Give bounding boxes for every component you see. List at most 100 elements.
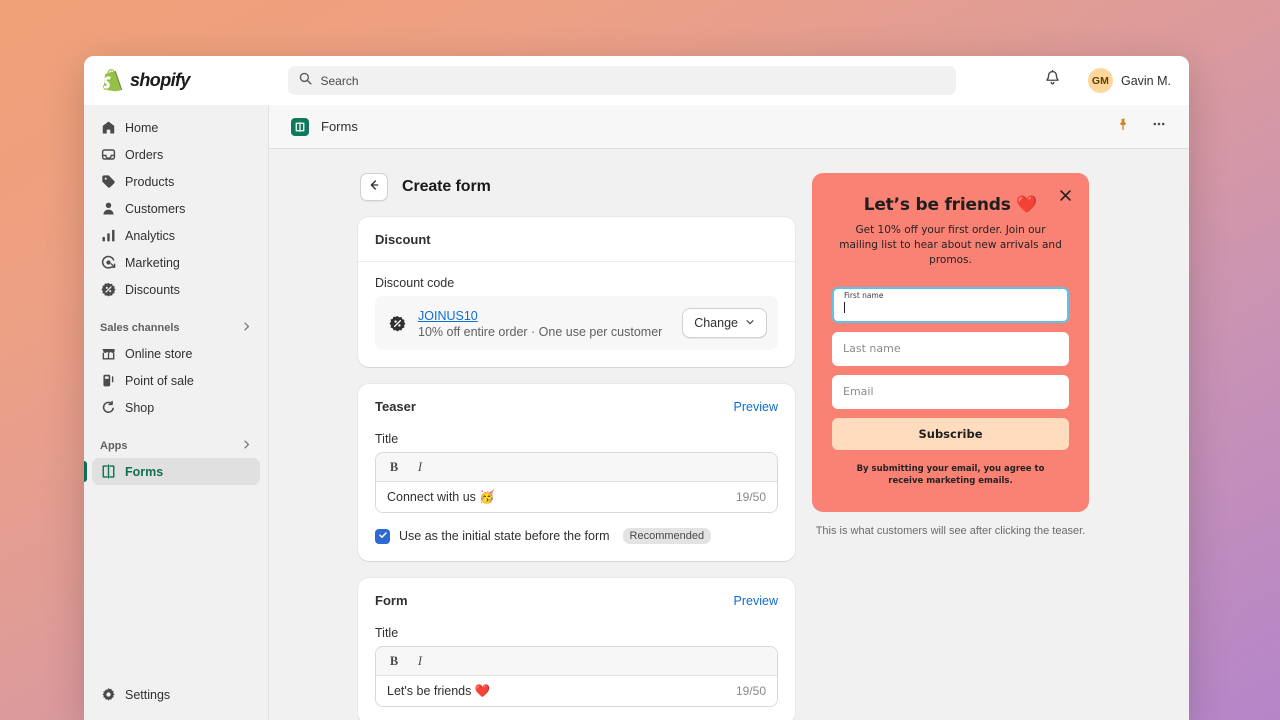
sidebar-item-discounts[interactable]: Discounts <box>92 276 260 303</box>
teaser-card: Teaser Preview Title B I Connect with us… <box>358 384 795 561</box>
popup-close-button[interactable] <box>1056 187 1074 205</box>
discount-texts: JOINUS10 10% off entire order · One use … <box>418 307 670 339</box>
teaser-editor-toolbar: B I <box>376 453 777 482</box>
content-columns: Create form Discount Discount code JOINU… <box>358 173 1100 720</box>
sidebar-item-label: Online store <box>125 346 193 361</box>
sidebar-section-apps[interactable]: Apps <box>92 434 260 458</box>
sidebar-item-label: Products <box>125 174 175 189</box>
form-card-title: Form <box>375 593 408 608</box>
pin-icon <box>1116 117 1130 136</box>
shop-icon <box>100 400 116 416</box>
sidebar-item-home[interactable]: Home <box>92 114 260 141</box>
discount-badge-icon <box>100 282 116 298</box>
form-title-input[interactable]: Let's be friends ❤️ 19/50 <box>376 676 777 706</box>
sidebar-section-label: Sales channels <box>100 322 180 334</box>
search-input[interactable]: Search <box>287 66 956 95</box>
page-header: Create form <box>358 173 795 201</box>
form-card-header: Form Preview <box>358 578 795 612</box>
search-placeholder: Search <box>320 73 359 88</box>
teaser-preview-link[interactable]: Preview <box>734 400 778 414</box>
preview-column: Let’s be friends ❤️ Get 10% off your fir… <box>812 173 1089 537</box>
discount-card-body: Discount code JOINUS10 10% off entire or… <box>358 262 795 367</box>
initial-state-label: Use as the initial state before the form <box>399 529 610 543</box>
sidebar-item-settings[interactable]: Settings <box>92 681 260 708</box>
popup-fine-print: By submitting your email, you agree to r… <box>856 463 1045 487</box>
popup-last-name-placeholder: Last name <box>843 342 901 356</box>
notifications-button[interactable] <box>1040 68 1066 94</box>
sidebar-item-shop[interactable]: Shop <box>92 394 260 421</box>
form-preview-popup: Let’s be friends ❤️ Get 10% off your fir… <box>812 173 1089 513</box>
form-card: Form Preview Title B I Let's be friends … <box>358 578 795 720</box>
app-header-bar: Forms <box>269 105 1189 149</box>
teaser-title-input[interactable]: Connect with us 🥳 19/50 <box>376 482 777 512</box>
sidebar-item-label: Customers <box>125 201 186 216</box>
discount-card-title: Discount <box>375 232 431 247</box>
teaser-card-header: Teaser Preview <box>358 384 795 418</box>
teaser-title-label: Title <box>375 432 399 446</box>
shopify-logo[interactable]: shopify <box>102 69 268 92</box>
sidebar-item-label: Analytics <box>125 228 176 243</box>
italic-button[interactable]: I <box>409 456 431 478</box>
back-button[interactable] <box>360 173 388 201</box>
subscribe-button[interactable]: Subscribe <box>832 417 1069 450</box>
change-discount-button[interactable]: Change <box>682 308 767 338</box>
discount-details: 10% off entire order · One use per custo… <box>418 325 663 339</box>
italic-button[interactable]: I <box>409 650 431 672</box>
sidebar-item-label: Marketing <box>125 255 180 270</box>
form-card-body: Title B I Let's be friends ❤️ 19/50 <box>358 612 795 720</box>
sidebar-item-online-store[interactable]: Online store <box>92 340 260 367</box>
preview-caption: This is what customers will see after cl… <box>815 525 1086 538</box>
user-menu-button[interactable]: GM Gavin M. <box>1084 66 1175 95</box>
teaser-card-title: Teaser <box>375 399 416 414</box>
sidebar-item-label: Discounts <box>125 282 180 297</box>
search-icon <box>299 72 312 90</box>
sidebar-item-label: Orders <box>125 147 164 162</box>
app-title: Forms <box>321 119 358 134</box>
change-button-label: Change <box>694 316 738 330</box>
form-title-label: Title <box>375 626 399 640</box>
form-char-counter: 19/50 <box>735 684 766 698</box>
popup-email-placeholder: Email <box>843 385 874 399</box>
teaser-rich-text-editor: B I Connect with us 🥳 19/50 <box>375 452 778 513</box>
chevron-down-icon <box>745 316 755 330</box>
teaser-char-counter: 19/50 <box>735 490 766 504</box>
sidebar-item-analytics[interactable]: Analytics <box>92 222 260 249</box>
sidebar-item-products[interactable]: Products <box>92 168 260 195</box>
form-preview-link[interactable]: Preview <box>734 594 778 608</box>
form-editor-toolbar: B I <box>376 647 777 676</box>
sidebar-section-label: Apps <box>100 440 128 452</box>
discount-code-link[interactable]: JOINUS10 <box>418 309 478 323</box>
sidebar-item-customers[interactable]: Customers <box>92 195 260 222</box>
popup-email-input[interactable]: Email <box>832 374 1069 409</box>
checkmark-icon <box>378 527 388 545</box>
popup-last-name-input[interactable]: Last name <box>832 331 1069 366</box>
close-icon <box>1059 187 1072 206</box>
teaser-initial-state-row: Use as the initial state before the form… <box>375 528 778 544</box>
chevron-right-icon <box>241 437 252 455</box>
forms-app-icon <box>291 117 309 136</box>
page-content: Create form Discount Discount code JOINU… <box>269 149 1189 720</box>
orders-inbox-icon <box>100 147 116 163</box>
sidebar-item-label: Forms <box>125 464 164 479</box>
shopify-bag-icon <box>102 69 123 92</box>
popup-first-name-input[interactable]: First name <box>832 286 1069 323</box>
sidebar-footer: Settings <box>92 681 260 720</box>
sidebar-item-forms[interactable]: Forms <box>84 458 260 485</box>
initial-state-checkbox[interactable] <box>375 527 390 545</box>
bold-button[interactable]: B <box>383 650 405 672</box>
more-options-button[interactable] <box>1147 115 1171 139</box>
top-bar: shopify Search GM Gavin M. <box>84 56 1189 105</box>
sidebar-item-point-of-sale[interactable]: Point of sale <box>92 367 260 394</box>
popup-title: Let’s be friends ❤️ <box>863 195 1038 215</box>
admin-body: Home Orders Products Customers Analytics… <box>84 105 1189 720</box>
sidebar-item-label: Shop <box>125 400 155 415</box>
product-tag-icon <box>100 174 116 190</box>
sidebar-item-marketing[interactable]: Marketing <box>92 249 260 276</box>
sidebar-item-orders[interactable]: Orders <box>92 141 260 168</box>
main-area: Forms Create form Discount Discount code… <box>268 105 1189 720</box>
sidebar-section-sales-channels[interactable]: Sales channels <box>92 316 260 340</box>
recommended-badge: Recommended <box>622 528 712 544</box>
pin-button[interactable] <box>1111 115 1135 139</box>
bold-button[interactable]: B <box>383 456 405 478</box>
